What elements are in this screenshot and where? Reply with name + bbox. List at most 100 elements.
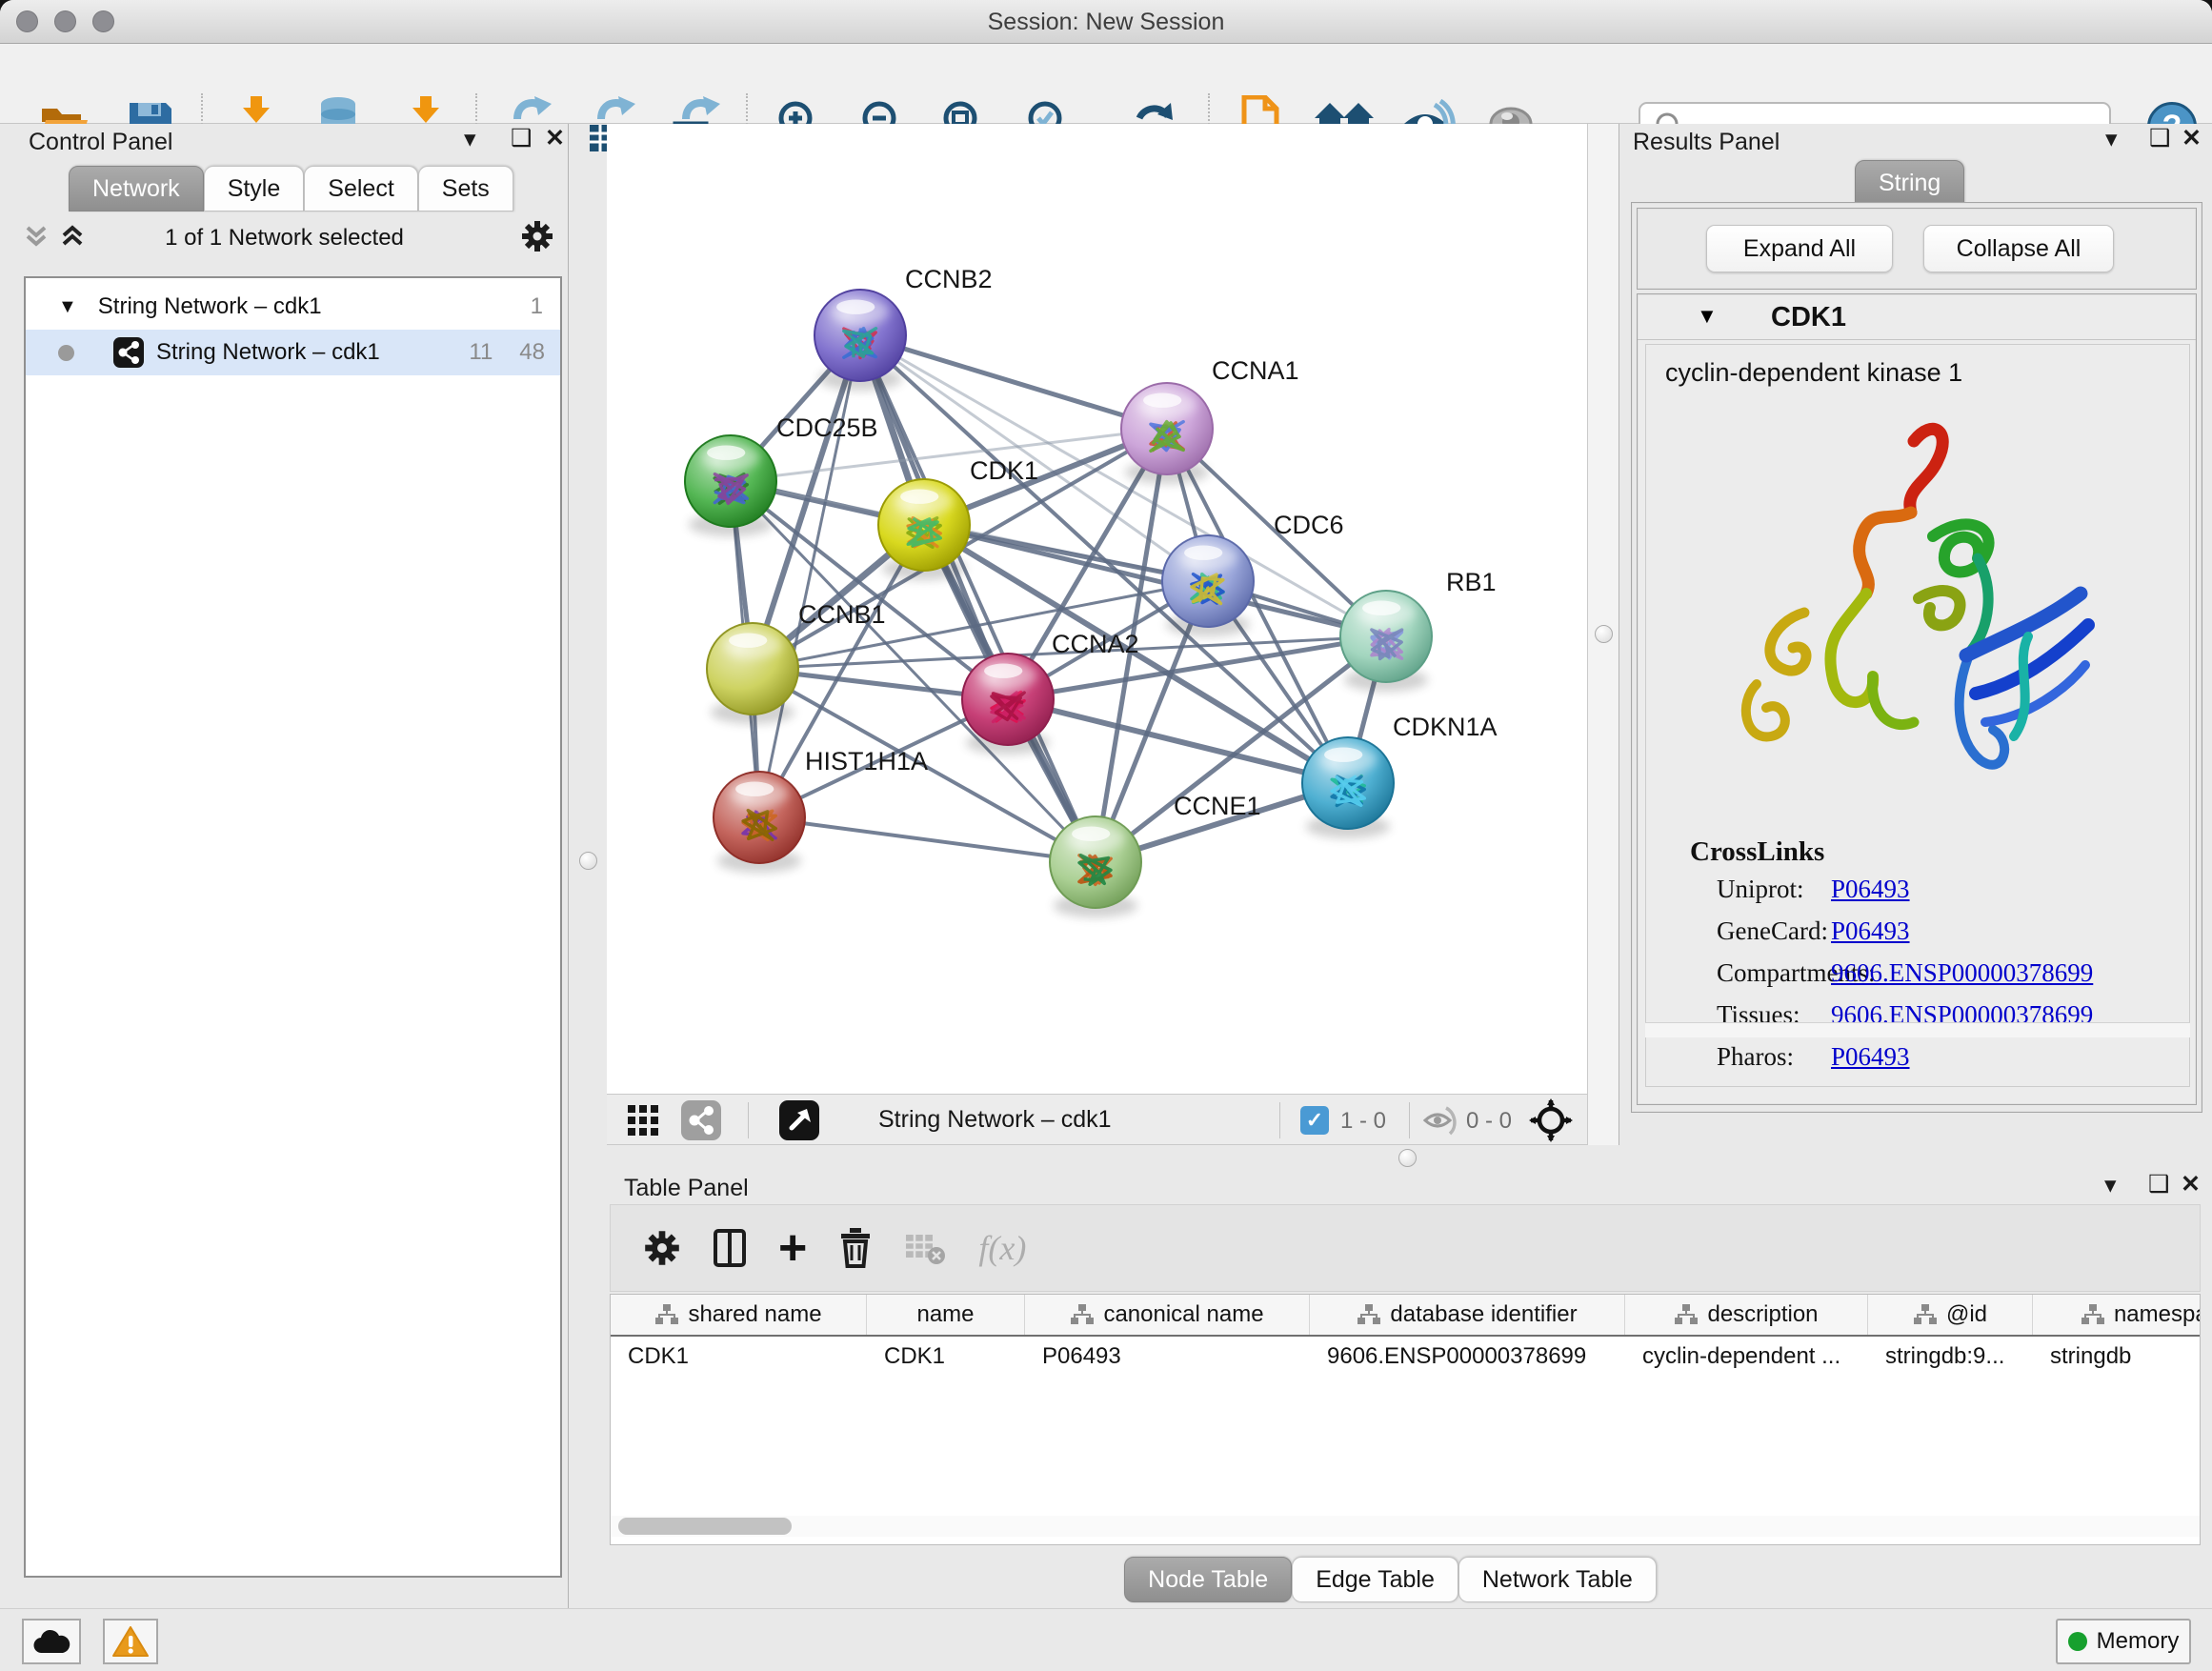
- expand-all-button[interactable]: Expand All: [1706, 225, 1893, 272]
- panel-close-icon[interactable]: ✕: [545, 127, 565, 151]
- open-in-window-icon[interactable]: [779, 1100, 819, 1140]
- network-collection-row[interactable]: ▼ String Network – cdk1 1: [26, 284, 560, 330]
- tab-network-table[interactable]: Network Table: [1458, 1557, 1657, 1602]
- panel-close-icon[interactable]: ✕: [2182, 127, 2202, 151]
- table-options-gear-icon[interactable]: [643, 1229, 681, 1267]
- tab-sets[interactable]: Sets: [418, 166, 513, 211]
- column-header-name[interactable]: name: [867, 1295, 1025, 1335]
- column-label: name: [916, 1301, 974, 1328]
- column-label: namespace: [2114, 1301, 2201, 1328]
- main-toolbar: ?: [0, 44, 2212, 124]
- collection-count: 1: [531, 293, 543, 320]
- network-list: ▼ String Network – cdk1 1 String Network…: [24, 276, 562, 1578]
- add-column-icon[interactable]: +: [778, 1229, 807, 1267]
- edge-CCNB2-CCNA1[interactable]: [860, 335, 1167, 429]
- table-cell[interactable]: stringdb: [2033, 1343, 2201, 1370]
- panel-float-icon[interactable]: ❑: [2148, 1173, 2169, 1197]
- horizontal-splitter[interactable]: [569, 1145, 2212, 1170]
- edge-HIST1H1A-CCNE1[interactable]: [759, 817, 1096, 862]
- node-CDC6[interactable]: [1162, 535, 1254, 636]
- footer-separator: [1279, 1102, 1280, 1138]
- gene-section: ▼ CDK1 cyclin-dependent kinase 1: [1637, 293, 2197, 1105]
- node-label-CCNB1: CCNB1: [798, 600, 886, 629]
- network-type-icon: [112, 336, 145, 369]
- selected-checkbox-icon[interactable]: ✓: [1300, 1106, 1329, 1135]
- column-header-canonical-name[interactable]: canonical name: [1025, 1295, 1310, 1335]
- horizontal-splitter-handle[interactable]: [1398, 1149, 1417, 1167]
- control-panel: Control Panel ▾ ❑ ✕ NetworkStyleSelectSe…: [0, 124, 569, 1608]
- panel-menu-icon[interactable]: ▾: [2104, 1174, 2117, 1198]
- crosslink-row: Compartments:9606.ENSP00000378699: [1717, 958, 1875, 988]
- edge-CCNB2-CCNE1[interactable]: [860, 335, 1096, 862]
- fit-selected-crosshair-icon[interactable]: [1529, 1098, 1573, 1142]
- scrollbar-thumb[interactable]: [618, 1518, 792, 1535]
- tab-select[interactable]: Select: [304, 166, 417, 211]
- crosslink-value-link[interactable]: 9606.ENSP00000378699: [1831, 958, 2093, 988]
- warning-button[interactable]: [103, 1619, 158, 1664]
- birdseye-share-icon[interactable]: [681, 1100, 721, 1140]
- tab-edge-table[interactable]: Edge Table: [1292, 1557, 1458, 1602]
- results-panel: Results Panel ▾ ❑ ✕ String Expand All Co…: [1619, 124, 2212, 1170]
- panel-float-icon[interactable]: ❑: [511, 127, 532, 151]
- section-collapse-icon[interactable]: ▼: [1697, 304, 1718, 329]
- edge-CDK1-RB1[interactable]: [924, 525, 1386, 636]
- panel-menu-icon[interactable]: ▾: [464, 128, 476, 151]
- table-cell[interactable]: 9606.ENSP00000378699: [1310, 1343, 1625, 1370]
- column-header-description[interactable]: description: [1625, 1295, 1868, 1335]
- delete-column-icon[interactable]: [839, 1228, 872, 1268]
- table-row[interactable]: CDK1CDK1P064939606.ENSP00000378699cyclin…: [611, 1337, 2200, 1377]
- app-window: Session: New Session: [0, 0, 2212, 1671]
- grid-view-icon[interactable]: [628, 1105, 660, 1137]
- node-CCNA1[interactable]: [1121, 383, 1213, 484]
- tab-node-table[interactable]: Node Table: [1124, 1557, 1292, 1602]
- node-CCNE1[interactable]: [1050, 816, 1141, 917]
- right-splitter-handle[interactable]: [1595, 625, 1613, 643]
- network-options-gear-icon[interactable]: [520, 219, 554, 253]
- network-row-selected[interactable]: String Network – cdk1 11 48: [26, 330, 560, 375]
- table-cell[interactable]: CDK1: [611, 1343, 867, 1370]
- panel-close-icon[interactable]: ✕: [2181, 1173, 2201, 1197]
- table-cell[interactable]: stringdb:9...: [1868, 1343, 2033, 1370]
- table-cell[interactable]: P06493: [1025, 1343, 1310, 1370]
- left-splitter-handle[interactable]: [579, 852, 597, 870]
- results-scrollbar[interactable]: [1645, 1022, 2190, 1037]
- column-header-database-identifier[interactable]: database identifier: [1310, 1295, 1625, 1335]
- panel-menu-icon[interactable]: ▾: [2105, 128, 2118, 151]
- shared-column-icon: [1357, 1303, 1381, 1326]
- node-RB1[interactable]: [1340, 591, 1432, 692]
- tab-network[interactable]: Network: [69, 166, 204, 211]
- node-CDC25B[interactable]: [685, 435, 776, 536]
- node-CCNB1[interactable]: [707, 623, 798, 724]
- column-header--id[interactable]: @id: [1868, 1295, 2033, 1335]
- status-bar: Memory: [0, 1608, 2212, 1671]
- selected-counts: 1 - 0: [1340, 1108, 1386, 1135]
- table-cell[interactable]: CDK1: [867, 1343, 1025, 1370]
- shared-column-icon: [1913, 1303, 1938, 1326]
- crosslink-value-link[interactable]: P06493: [1831, 875, 1910, 904]
- memory-button[interactable]: Memory: [2056, 1619, 2191, 1664]
- column-header-namespace[interactable]: namespace: [2033, 1295, 2201, 1335]
- tab-string[interactable]: String: [1855, 160, 1964, 206]
- network-canvas[interactable]: CCNB2CCNA1CDC25BCDK1CDC6RB1CCNB1CCNA2CDK…: [607, 124, 1587, 1094]
- tree-expand-icon[interactable]: ▼: [58, 296, 77, 318]
- node-CDK1[interactable]: [878, 479, 970, 580]
- node-label-CCNE1: CCNE1: [1174, 792, 1261, 820]
- crosslink-value-link[interactable]: P06493: [1831, 916, 1910, 946]
- table-header-row: shared name name canonical namedatabase id…: [611, 1295, 2200, 1337]
- column-header-shared-name[interactable]: shared name: [611, 1295, 867, 1335]
- cloud-button[interactable]: [22, 1619, 81, 1664]
- tab-style[interactable]: Style: [204, 166, 305, 211]
- node-CCNA2[interactable]: [962, 654, 1054, 755]
- node-CDKN1A[interactable]: [1302, 737, 1394, 838]
- collapse-all-button[interactable]: Collapse All: [1923, 225, 2114, 272]
- show-columns-icon[interactable]: [714, 1229, 746, 1267]
- edge-CCNB2-HIST1H1A[interactable]: [759, 335, 860, 817]
- shared-column-icon: [1674, 1303, 1699, 1326]
- node-CCNB2[interactable]: [814, 290, 906, 391]
- panel-float-icon[interactable]: ❑: [2149, 127, 2170, 151]
- table-horizontal-scrollbar[interactable]: [611, 1516, 2200, 1537]
- node-HIST1H1A[interactable]: [714, 772, 805, 873]
- gene-section-header[interactable]: ▼ CDK1: [1638, 294, 2196, 340]
- crosslink-value-link[interactable]: P06493: [1831, 1042, 1910, 1072]
- table-cell[interactable]: cyclin-dependent ...: [1625, 1343, 1868, 1370]
